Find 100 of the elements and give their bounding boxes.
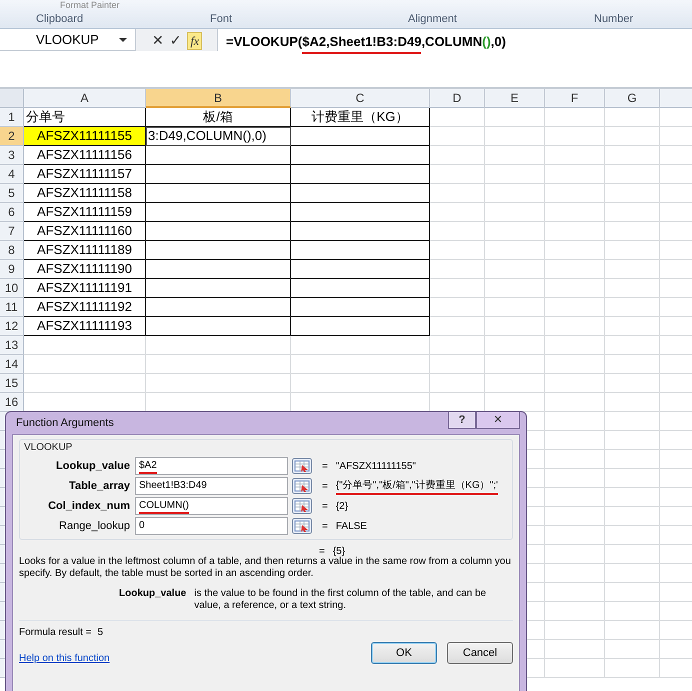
function-description: Looks for a value in the leftmost column of a table, and then returns a value in the same row from a column you specify. By default, the table must be sorted in an ascending order. [19, 556, 512, 580]
table-cell [545, 659, 605, 678]
table-cell [485, 127, 545, 146]
table-cell [545, 260, 605, 279]
insert-function-button[interactable]: fx [187, 32, 202, 50]
cancel-button[interactable]: ✕ [152, 32, 164, 48]
table-cell: 计费重里（KG） [291, 108, 430, 127]
table-cell [430, 222, 485, 241]
table-cell [605, 526, 660, 545]
table-cell [605, 146, 660, 165]
sheet-column-header[interactable]: C [291, 89, 430, 108]
table-cell [485, 279, 545, 298]
table-cell: AFSZX11111158 [24, 184, 146, 203]
table-cell [485, 355, 545, 374]
row-header[interactable]: 9 [0, 260, 24, 279]
equals-sign: = [322, 520, 328, 532]
row-header[interactable]: 15 [0, 374, 24, 393]
table-cell [430, 241, 485, 260]
help-link[interactable]: Help on this function [19, 653, 110, 664]
formula-text[interactable]: =VLOOKUP($A2,Sheet1!B3:D49,COLUMN(),0) [226, 34, 506, 54]
row-header[interactable]: 16 [0, 393, 24, 412]
table-cell [545, 222, 605, 241]
sheet-column-header[interactable]: B [146, 89, 291, 108]
table-cell [430, 279, 485, 298]
row-header[interactable]: 14 [0, 355, 24, 374]
row-header[interactable]: 6 [0, 203, 24, 222]
table-cell [605, 640, 660, 659]
argument-result: {"分单号","板/箱","计费重里（KG）";' [336, 478, 498, 494]
table-cell[interactable]: 3:D49,COLUMN(),0) [146, 127, 291, 146]
table-cell [605, 184, 660, 203]
table-cell: AFSZX11111190 [24, 260, 146, 279]
ribbon-group-label: Font [210, 13, 232, 25]
row-header[interactable]: 12 [0, 317, 24, 336]
argument-field[interactable]: COLUMN() [135, 497, 288, 515]
dialog-button[interactable]: OK [371, 642, 437, 664]
argument-field[interactable]: 0 [135, 517, 288, 535]
row-header[interactable]: 13 [0, 336, 24, 355]
table-cell [545, 374, 605, 393]
sheet-column-header[interactable]: F [545, 89, 605, 108]
table-cell [545, 431, 605, 450]
table-cell [430, 127, 485, 146]
table-cell: 板/箱 [146, 108, 291, 127]
table-cell [545, 393, 605, 412]
table-cell [430, 184, 485, 203]
argument-label: Col_index_num [47, 500, 131, 512]
table-cell [605, 108, 660, 127]
formula-result-label: Formula result = [19, 627, 92, 638]
table-cell: AFSZX11111192 [24, 298, 146, 317]
row-header[interactable]: 7 [0, 222, 24, 241]
collapse-dialog-icon[interactable] [292, 498, 312, 514]
sheet-column-header[interactable]: G [605, 89, 660, 108]
table-cell [605, 222, 660, 241]
table-cell [485, 222, 545, 241]
row-header[interactable]: 2 [0, 127, 24, 146]
table-cell [545, 298, 605, 317]
collapse-dialog-icon[interactable] [292, 518, 312, 534]
row-header[interactable]: 11 [0, 298, 24, 317]
table-cell [485, 374, 545, 393]
table-cell [605, 260, 660, 279]
enter-button[interactable]: ✓ [170, 32, 182, 48]
help-button[interactable]: ? [448, 412, 476, 429]
dialog-button[interactable]: Cancel [447, 642, 513, 664]
table-cell [545, 279, 605, 298]
table-cell [545, 165, 605, 184]
row-header[interactable]: 1 [0, 108, 24, 127]
sheet-column-header[interactable]: D [430, 89, 485, 108]
table-cell: AFSZX11111191 [24, 279, 146, 298]
row-header[interactable]: 10 [0, 279, 24, 298]
argument-field[interactable]: Sheet1!B3:D49 [135, 477, 288, 495]
table-cell [605, 298, 660, 317]
row-header[interactable]: 5 [0, 184, 24, 203]
row-header[interactable]: 3 [0, 146, 24, 165]
table-cell [545, 640, 605, 659]
table-cell [485, 260, 545, 279]
argument-field[interactable]: $A2 [135, 457, 288, 475]
collapse-dialog-icon[interactable] [292, 458, 312, 474]
table-cell [605, 279, 660, 298]
table-cell [545, 526, 605, 545]
table-cell [605, 412, 660, 431]
table-cell [605, 393, 660, 412]
table-cell [545, 621, 605, 640]
sheet-column-header[interactable]: A [24, 89, 146, 108]
table-cell [485, 108, 545, 127]
table-cell [605, 488, 660, 507]
row-header[interactable]: 4 [0, 165, 24, 184]
table-cell [605, 165, 660, 184]
row-header[interactable]: 8 [0, 241, 24, 260]
collapse-dialog-icon[interactable] [292, 478, 312, 494]
table-cell [605, 431, 660, 450]
table-cell [430, 203, 485, 222]
argument-label: Range_lookup [58, 520, 131, 532]
sheet-column-header[interactable]: E [485, 89, 545, 108]
table-cell [545, 241, 605, 260]
table-cell [485, 165, 545, 184]
table-cell: AFSZX11111155 [24, 127, 146, 146]
table-cell [605, 241, 660, 260]
close-button[interactable]: ✕ [476, 412, 520, 429]
table-cell [485, 241, 545, 260]
table-cell [605, 545, 660, 564]
argument-result: FALSE [336, 520, 367, 532]
